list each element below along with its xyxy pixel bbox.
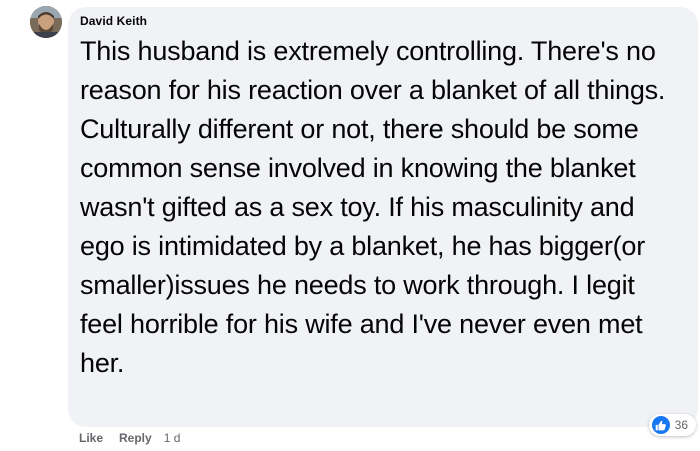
comment-timestamp[interactable]: 1 d <box>164 431 181 445</box>
comment-text: This husband is extremely controlling. T… <box>80 36 666 378</box>
avatar[interactable] <box>30 6 62 38</box>
thumbs-up-icon <box>651 416 670 434</box>
reply-button[interactable]: Reply <box>119 431 152 445</box>
comment-author[interactable]: David Keith <box>80 14 147 28</box>
comment: David Keith This husband is extremely co… <box>0 0 700 451</box>
comment-actions: Like Reply 1 d <box>79 431 180 445</box>
comment-bubble: David Keith This husband is extremely co… <box>68 7 698 427</box>
reaction-count: 36 <box>674 418 688 432</box>
reactions-summary[interactable]: 36 <box>648 414 696 436</box>
avatar-image <box>30 6 62 38</box>
like-button[interactable]: Like <box>79 431 103 445</box>
